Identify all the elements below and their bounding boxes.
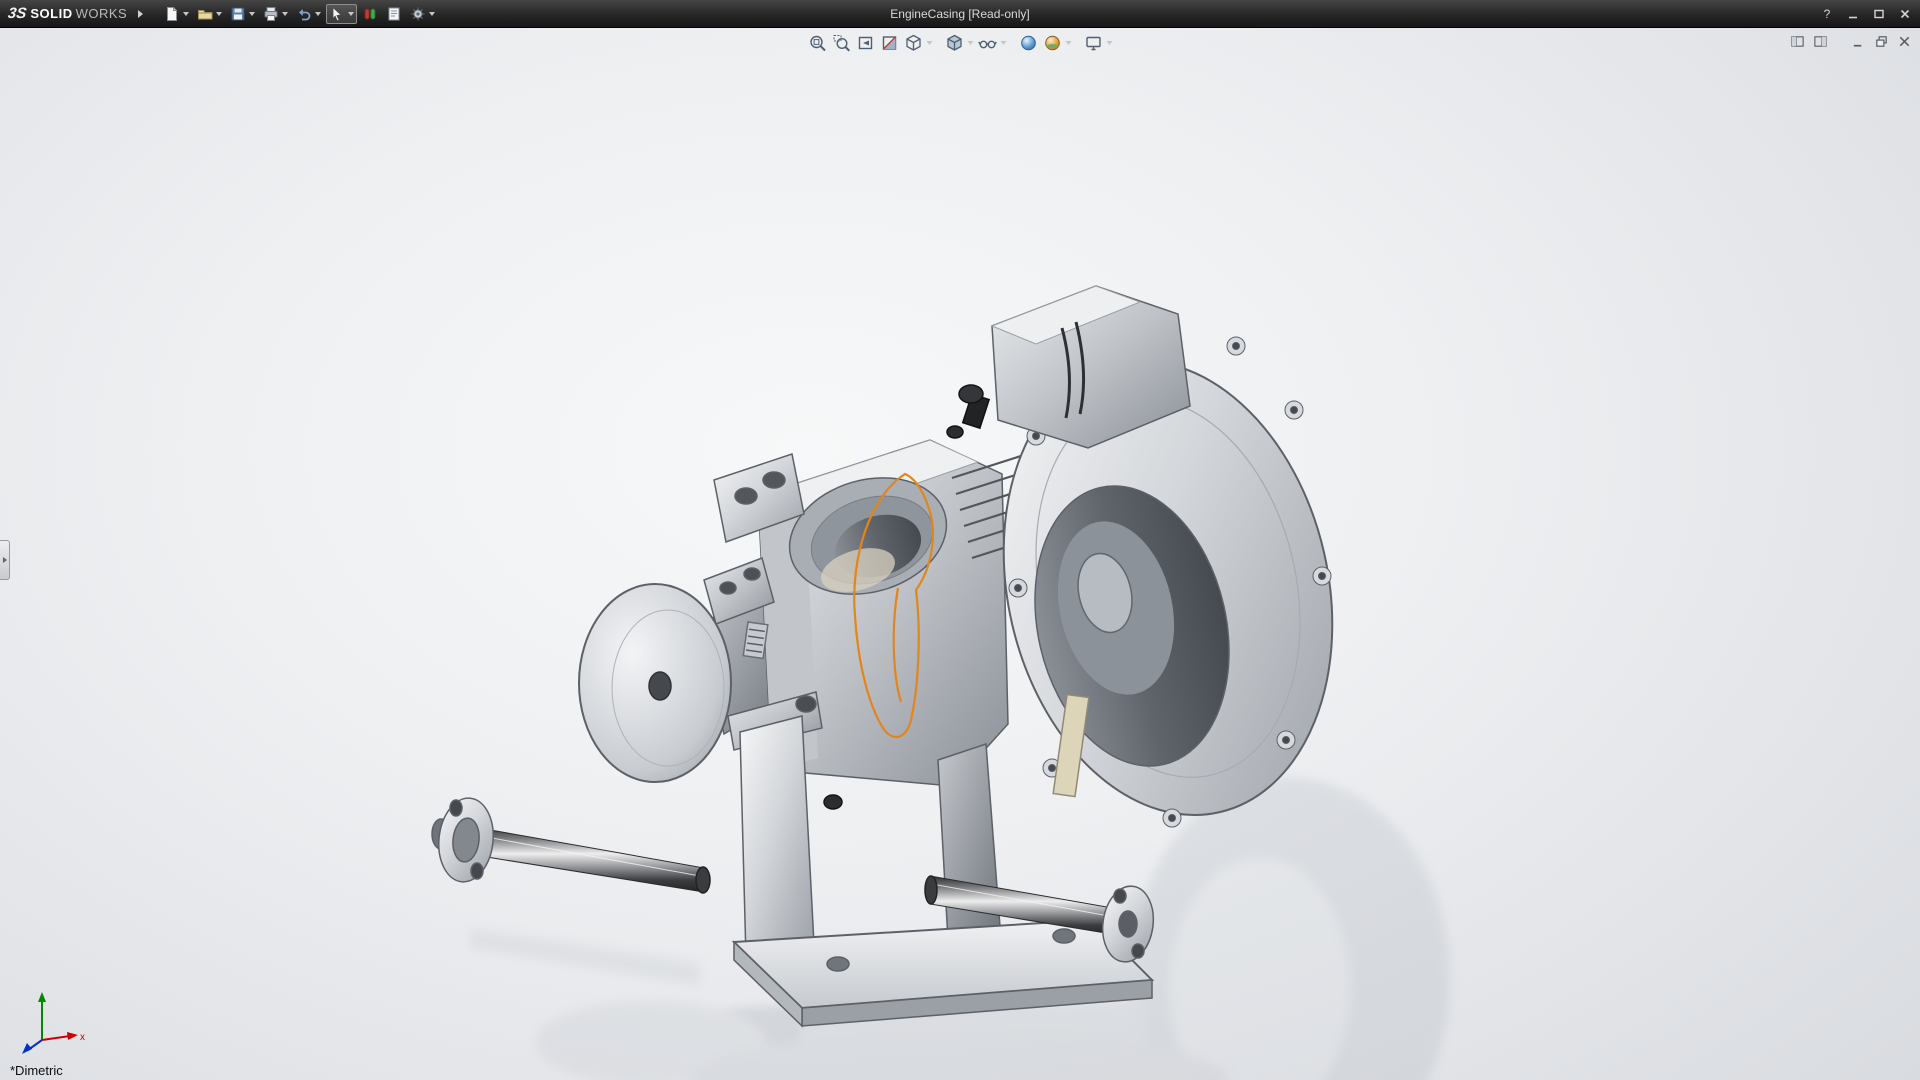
dropdown-arrow-icon[interactable] [183,11,190,16]
zoom-to-area-button[interactable] [830,32,854,54]
dropdown-arrow-icon[interactable] [429,11,436,16]
brand-text-solid: SOLID [30,6,73,21]
appearance-sphere-icon [1021,35,1036,51]
dropdown-arrow-icon[interactable] [1065,41,1072,45]
window-controls: ? [1818,0,1914,27]
save-icon [231,7,245,20]
dropdown-arrow-icon[interactable] [1106,41,1113,45]
maximize-button[interactable] [1870,5,1888,23]
new-document-button[interactable] [161,4,192,24]
help-button[interactable]: ? [1818,5,1836,23]
maximize-icon [1874,9,1884,18]
show-right-pane-button[interactable] [1812,33,1828,49]
print-button[interactable] [260,4,291,24]
model-canvas[interactable] [0,28,1920,1080]
zoom-to-fit-button[interactable] [806,32,830,54]
menu-expand-arrow[interactable] [133,5,147,23]
file-properties-icon [388,7,400,20]
view-orientation-label: *Dimetric [10,1063,63,1078]
view-orientation-button[interactable] [902,32,935,54]
graphics-area[interactable]: x *Dimetric [0,28,1920,1080]
select-button[interactable] [326,3,358,24]
dropdown-arrow-icon[interactable] [216,11,223,16]
previous-view-icon [858,36,873,50]
zoom-to-area-icon [833,35,851,52]
featuremanager-collapsed-tab[interactable] [0,540,10,580]
save-button[interactable] [227,4,258,24]
doc-close-icon [1899,36,1909,46]
orientation-triad: x [22,992,85,1054]
dropdown-arrow-icon[interactable] [926,41,933,45]
dropdown-arrow-icon[interactable] [967,41,974,45]
select-cursor-icon [332,6,343,21]
options-gear-icon [411,7,425,20]
doc-restore-icon [1875,35,1887,47]
document-minimize-button[interactable] [1850,33,1866,49]
model-shaft-left [431,797,711,894]
ds-logo-mark: 3S [6,5,28,22]
open-folder-icon [198,9,213,19]
dropdown-arrow-icon[interactable] [249,11,256,16]
close-button[interactable] [1896,5,1914,23]
brand-text-works: WORKS [75,6,128,21]
hide-show-items-button[interactable] [976,32,1009,54]
dropdown-arrow-icon[interactable] [315,11,322,16]
apply-scene-button[interactable] [1041,32,1074,54]
view-settings-icon [1086,36,1101,51]
title-bar: 3S SOLID WORKS EngineCasing [Read-only] … [0,0,1920,28]
view-orientation-cube-icon [906,34,921,51]
model-stand-front-leg [739,715,815,959]
dropdown-arrow-icon[interactable] [1000,41,1007,45]
undo-button[interactable] [293,4,324,24]
window-title: EngineCasing [Read-only] [890,6,1030,21]
section-view-button[interactable] [878,32,902,54]
scene-sphere-icon [1045,35,1060,51]
dropdown-arrow-icon[interactable] [282,11,289,16]
solidworks-logo: 3S SOLID WORKS [0,5,133,22]
new-document-icon [167,6,178,21]
document-close-button[interactable] [1896,33,1912,49]
heads-up-view-toolbar [806,32,1115,54]
document-window-controls [1789,33,1912,49]
print-icon [264,6,278,21]
rebuild-button[interactable] [359,4,381,24]
left-pane-icon [1790,35,1804,47]
dropdown-arrow-icon[interactable] [348,11,355,16]
undo-icon [299,8,311,20]
doc-minimize-icon [1853,44,1861,47]
right-pane-icon [1813,35,1827,47]
close-icon [1900,9,1910,18]
previous-view-button[interactable] [854,32,878,54]
edit-appearance-button[interactable] [1017,32,1041,54]
menu-bar-toolbar [161,3,438,24]
open-document-button[interactable] [194,4,225,24]
section-view-icon [882,36,897,50]
minimize-button[interactable] [1844,5,1862,23]
document-restore-button[interactable] [1873,33,1889,49]
minimize-icon [1849,16,1857,18]
zoom-to-fit-icon [810,35,826,52]
rebuild-traffic-icon [364,8,376,19]
chevron-left-icon [2,557,7,563]
options-button[interactable] [407,4,438,24]
right-triangle-icon [137,9,143,18]
eyeglasses-icon [978,40,997,49]
display-style-button[interactable] [943,32,976,54]
show-left-pane-button[interactable] [1789,33,1805,49]
file-properties-button[interactable] [383,4,405,24]
view-settings-button[interactable] [1082,32,1115,54]
triad-x-label: x [80,1032,85,1043]
display-style-icon [947,34,962,51]
